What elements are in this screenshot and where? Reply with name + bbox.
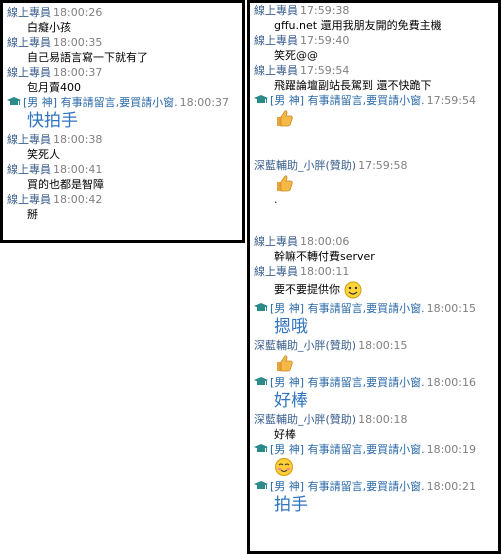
- message-text: 幹嘛不轉付費server: [274, 250, 375, 263]
- chat-message: 線上專員 17:59:38 gffu.net 還用我朋友開的免費主機: [250, 3, 498, 33]
- timestamp: 18:00:19: [426, 443, 476, 456]
- sender-name[interactable]: 深藍輔助_小胖(贊助): [254, 159, 356, 172]
- graduation-cap-icon: [254, 481, 268, 489]
- message-text: gffu.net 還用我朋友開的免費主機: [274, 19, 442, 32]
- chat-message: 深藍輔助_小胖(贊助) 18:00:18 好棒: [250, 412, 498, 442]
- message-text: 笑死人: [27, 148, 60, 161]
- sender-name[interactable]: 線上專員: [254, 4, 298, 17]
- chat-message: 線上專員 18:00:06 幹嘛不轉付費server: [250, 234, 498, 264]
- timestamp: 18:00:38: [53, 133, 103, 146]
- timestamp: 18:00:26: [53, 6, 103, 19]
- chat-message: 線上專員 17:59:54 飛躍論壇副站長駕到 還不快跪下: [250, 63, 498, 93]
- message-text: 好棒: [274, 391, 308, 411]
- timestamp: 18:00:06: [300, 235, 350, 248]
- chat-message: 線上專員 18:00:37 包月賣400: [3, 65, 242, 95]
- sender-name[interactable]: 線上專員: [254, 265, 298, 278]
- smile-icon: [344, 281, 361, 299]
- message-text: 白癡小孩: [27, 21, 71, 34]
- chat-message: 線上專員 17:59:40 笑死@@: [250, 33, 498, 63]
- chat-message: 深藍輔助_小胖(贊助) 17:59:58 .: [250, 158, 498, 217]
- sender-name[interactable]: 深藍輔助_小胖(贊助): [254, 413, 356, 426]
- timestamp: 18:00:16: [426, 376, 476, 389]
- timestamp: 18:00:41: [53, 163, 103, 176]
- thumbs-up-icon: [277, 175, 293, 192]
- sender-name[interactable]: 線上專員: [7, 6, 51, 19]
- chat-message: [男 神] 有事請留言,要買請小窗. 18:00:19: [250, 442, 498, 479]
- timestamp: 18:00:35: [53, 36, 103, 49]
- chat-message: [男 神] 有事請留言,要買請小窗. 18:00:16 好棒: [250, 375, 498, 412]
- message-text: 買的也都是智障: [27, 178, 104, 191]
- thumbs-up-icon: [277, 110, 293, 127]
- blush-face-icon: [275, 458, 293, 476]
- message-text: 要不要提供你: [274, 283, 340, 296]
- timestamp: 17:59:54: [426, 94, 476, 107]
- graduation-cap-icon: [7, 97, 21, 105]
- timestamp: 18:00:15: [358, 339, 408, 352]
- chat-message: [男 神] 有事請留言,要買請小窗. 17:59:54: [250, 93, 498, 130]
- thumbs-up-icon: [277, 355, 293, 372]
- graduation-cap-icon: [254, 444, 268, 452]
- message-text: 好棒: [274, 428, 296, 441]
- timestamp: 17:59:38: [300, 4, 350, 17]
- sender-name[interactable]: [男 神] 有事請留言,要買請小窗.: [270, 443, 425, 456]
- graduation-cap-icon: [254, 95, 268, 103]
- timestamp: 18:00:11: [300, 265, 350, 278]
- sender-name[interactable]: 線上專員: [254, 235, 298, 248]
- timestamp: 17:59:54: [300, 64, 350, 77]
- message-text: 飛躍論壇副站長駕到 還不快跪下: [274, 79, 432, 92]
- timestamp: 18:00:18: [358, 413, 408, 426]
- timestamp: 18:00:21: [426, 480, 476, 493]
- sender-name[interactable]: 線上專員: [7, 66, 51, 79]
- chat-log-right[interactable]: 線上專員 17:59:38 gffu.net 還用我朋友開的免費主機 線上專員 17…: [247, 0, 501, 554]
- timestamp: 18:00:37: [53, 66, 103, 79]
- timestamp: 17:59:40: [300, 34, 350, 47]
- graduation-cap-icon: [254, 303, 268, 311]
- sender-name[interactable]: 深藍輔助_小胖(贊助): [254, 339, 356, 352]
- message-text: 拍手: [274, 495, 308, 515]
- sender-name[interactable]: [男 神] 有事請留言,要買請小窗.: [270, 376, 425, 389]
- chat-message: [男 神] 有事請留言,要買請小窗. 18:00:21 拍手: [250, 479, 498, 516]
- sender-name[interactable]: 線上專員: [7, 36, 51, 49]
- timestamp: 18:00:42: [53, 193, 103, 206]
- sender-name[interactable]: 線上專員: [7, 193, 51, 206]
- sender-name[interactable]: [男 神] 有事請留言,要買請小窗.: [23, 96, 178, 109]
- chat-message: [男 神] 有事請留言,要買請小窗. 18:00:15 摁哦: [250, 301, 498, 338]
- sender-name[interactable]: [男 神] 有事請留言,要買請小窗.: [270, 302, 425, 315]
- sender-name[interactable]: 線上專員: [7, 133, 51, 146]
- message-text: 掰: [27, 208, 38, 221]
- sender-name[interactable]: [男 神] 有事請留言,要買請小窗.: [270, 480, 425, 493]
- sender-name[interactable]: 線上專員: [254, 64, 298, 77]
- graduation-cap-icon: [254, 377, 268, 385]
- message-text: 包月賣400: [27, 81, 81, 94]
- message-text: .: [274, 193, 278, 206]
- chat-message: 線上專員 18:00:41 買的也都是智障: [3, 162, 242, 192]
- message-text: 快拍手: [27, 111, 78, 131]
- timestamp: 18:00:37: [179, 96, 229, 109]
- chat-message: [男 神] 有事請留言,要買請小窗. 18:00:37 快拍手: [3, 95, 242, 132]
- chat-message: 線上專員 18:00:11 要不要提供你: [250, 264, 498, 301]
- timestamp: 17:59:58: [358, 159, 408, 172]
- sender-name[interactable]: [男 神] 有事請留言,要買請小窗.: [270, 94, 425, 107]
- timestamp: 18:00:15: [426, 302, 476, 315]
- message-text: 摁哦: [274, 317, 308, 337]
- sender-name[interactable]: 線上專員: [7, 163, 51, 176]
- message-text: 自己易語言寫一下就有了: [27, 51, 148, 64]
- chat-message: 線上專員 18:00:42 掰: [3, 192, 242, 222]
- chat-message: 線上專員 18:00:38 笑死人: [3, 132, 242, 162]
- chat-message: 深藍輔助_小胖(贊助) 18:00:15: [250, 338, 498, 375]
- message-text: 笑死@@: [274, 49, 318, 62]
- chat-message: 線上專員 18:00:26 白癡小孩: [3, 5, 242, 35]
- chat-message: 線上專員 18:00:35 自己易語言寫一下就有了: [3, 35, 242, 65]
- chat-log-left[interactable]: 線上專員 18:00:26 白癡小孩 線上專員 18:00:35 自己易語言寫一下就…: [0, 0, 245, 243]
- sender-name[interactable]: 線上專員: [254, 34, 298, 47]
